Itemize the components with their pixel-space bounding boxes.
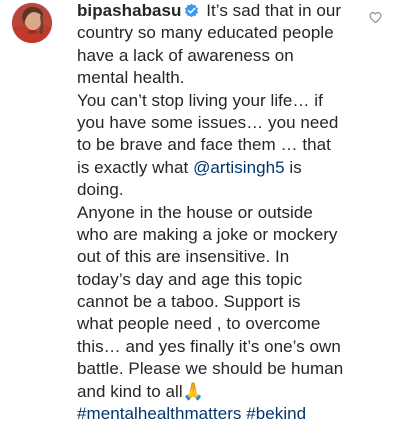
comment-line: Anyone in the house or outside — [77, 202, 313, 222]
avatar-image — [12, 3, 52, 43]
comment-line: doing. — [77, 180, 124, 200]
comment-line: have a lack of awareness on — [77, 45, 294, 65]
comment-line: out of this are insensitive. In — [77, 247, 290, 267]
comment-line: and kind to all🙏 — [77, 381, 377, 403]
comment-line: today’s day and age this topic — [77, 269, 303, 289]
comment-line: is exactly what @artisingh5 is — [77, 157, 377, 179]
comment-line: You can’t stop living your life… if — [77, 90, 323, 110]
hashtag-link[interactable]: #bekind — [246, 404, 306, 423]
comment-line: cannot be a taboo. Support is — [77, 292, 301, 312]
hashtag-link[interactable]: #mentalhealthmatters — [77, 404, 241, 423]
comment-text: It’s sad that in our — [206, 1, 342, 20]
comment-line: what people need , to overcome — [77, 314, 321, 334]
comment-line: to be brave and face them … that — [77, 135, 331, 155]
comment-line: mental health. — [77, 68, 185, 88]
comment-line: country so many educated people — [77, 23, 334, 43]
comment-text: is exactly what — [77, 157, 194, 177]
comment-line: bipashabasu It’s sad that in our — [77, 0, 377, 22]
comment-text: is — [284, 157, 302, 177]
comment-line: battle. Please we should be human — [77, 359, 344, 379]
comment: bipashabasu It’s sad that in our country… — [0, 0, 406, 428]
heart-outline-icon[interactable] — [369, 11, 382, 24]
mention-link[interactable]: @artisingh5 — [193, 158, 285, 177]
avatar[interactable] — [12, 3, 52, 43]
folded-hands-emoji: 🙏 — [182, 381, 204, 401]
comment-line: #mentalhealthmatters #bekind — [77, 403, 377, 425]
comment-line: this… and yes finally it’s one’s own — [77, 336, 341, 356]
comment-body: bipashabasu It’s sad that in our country… — [77, 0, 377, 425]
comment-line: you have some issues… you need — [77, 112, 339, 132]
comment-line: who are making a joke or mockery — [77, 224, 338, 244]
verified-badge-icon — [184, 2, 199, 24]
comment-text: and kind to all — [77, 381, 183, 401]
username-link[interactable]: bipashabasu — [77, 1, 181, 20]
